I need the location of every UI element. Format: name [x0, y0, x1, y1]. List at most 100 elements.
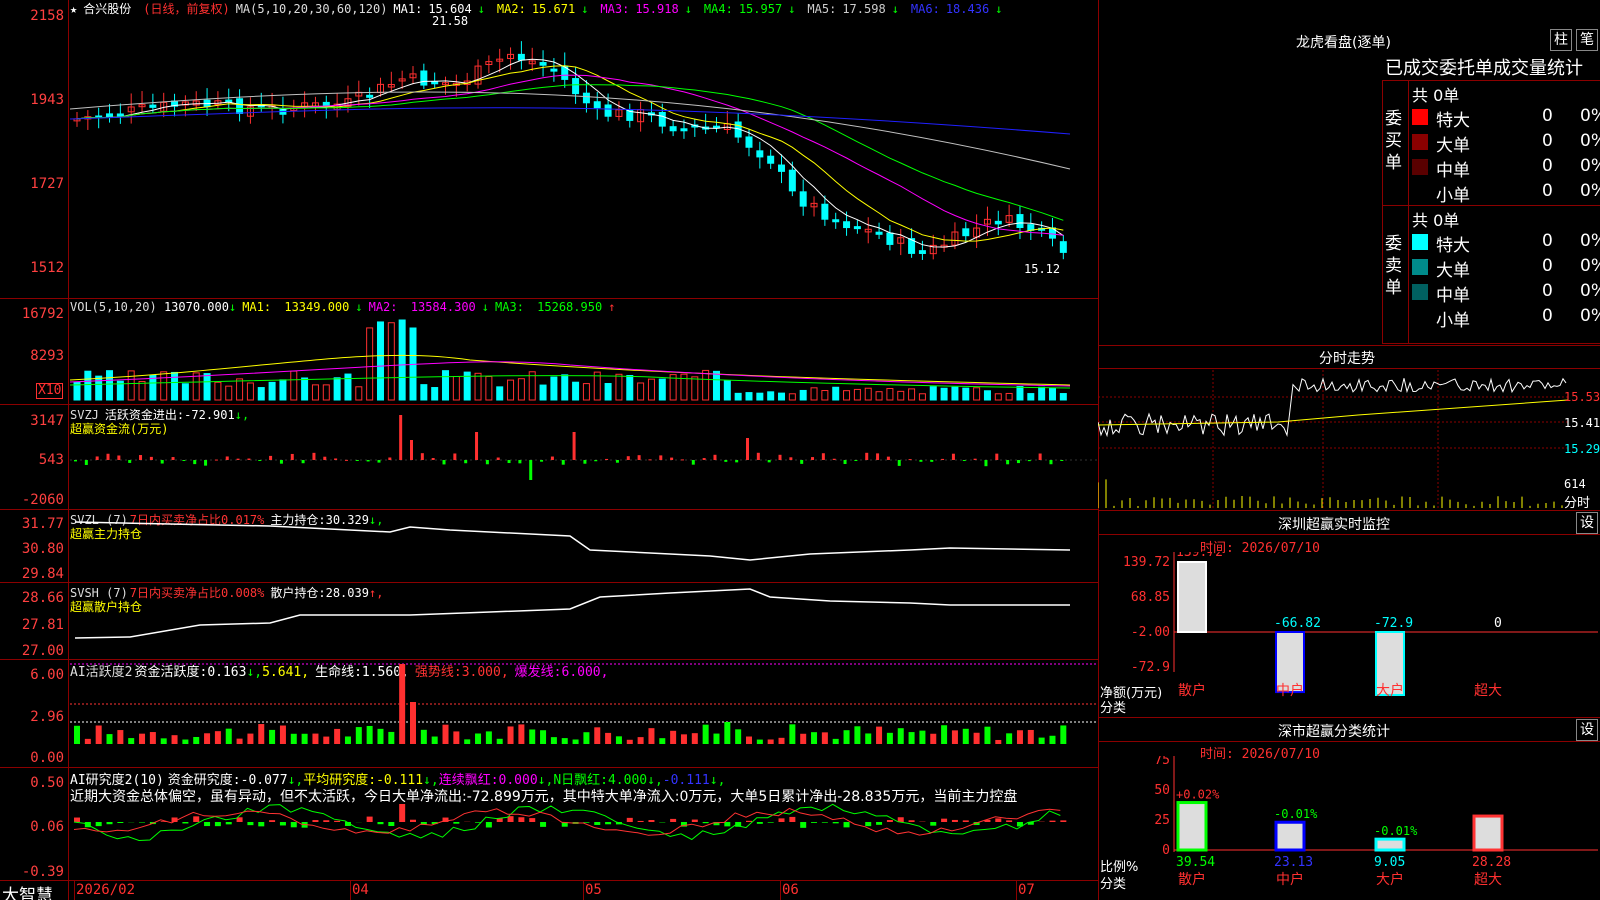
activity-bar — [680, 734, 687, 744]
bar-mode-button[interactable]: 柱 — [1550, 29, 1572, 51]
volume-bar — [799, 389, 807, 401]
activity-bar — [388, 731, 395, 744]
volume-bar — [832, 386, 840, 401]
sz-bar-value: -66.82 — [1274, 616, 1321, 631]
flow-bar — [334, 458, 338, 460]
lhb-cell: 0% — [1580, 131, 1600, 151]
research-bar — [279, 822, 286, 826]
flow-bar — [355, 460, 359, 461]
flow-bar — [453, 453, 457, 460]
research-bar — [117, 822, 124, 823]
activity-bar — [919, 730, 926, 744]
volume-bar — [994, 393, 1002, 401]
szc-bar — [1472, 814, 1504, 852]
avg-price-line — [1098, 399, 1568, 426]
activity-bar — [789, 724, 796, 744]
research-bar — [670, 818, 677, 822]
flow-bar — [214, 459, 218, 461]
tick-mode-button[interactable]: 笔 — [1576, 29, 1598, 51]
flow-bar — [670, 457, 674, 460]
svzj-ytick: 543 — [38, 452, 64, 468]
volume-bar — [940, 387, 948, 401]
activity-bar — [74, 725, 80, 744]
research-bar — [409, 819, 416, 822]
volume-bar — [539, 384, 547, 401]
volume-bar — [550, 376, 558, 401]
activity-bar — [594, 727, 601, 744]
lhb-cell: 小单 — [1436, 186, 1470, 206]
activity-bar — [626, 739, 633, 744]
flow-bar — [377, 460, 381, 463]
sz-category: 超大 — [1474, 683, 1502, 699]
szc-ytick: 75 — [1154, 756, 1170, 768]
research-bar — [312, 820, 319, 822]
activity-bar — [193, 736, 200, 744]
app-logo[interactable]: 大智慧 — [2, 881, 53, 900]
activity-bar — [106, 734, 113, 744]
activity-bar — [735, 729, 742, 744]
sz-ytick: 139.72 — [1123, 555, 1170, 570]
candlestick-chart[interactable] — [70, 14, 1098, 296]
lhb-cell: 0% — [1580, 256, 1600, 276]
research-bar — [74, 817, 80, 822]
ai2-ytick: 0.06 — [30, 819, 64, 835]
research-bar — [258, 822, 265, 827]
research-bar — [648, 820, 655, 822]
flow-bar — [312, 452, 316, 460]
activity-bar — [670, 730, 677, 744]
sz-settings-button[interactable]: 设 — [1576, 512, 1598, 534]
activity-bar — [605, 732, 612, 744]
candle — [420, 70, 428, 86]
volume-bar — [983, 390, 991, 401]
szc-settings-button[interactable]: 设 — [1576, 719, 1598, 741]
flow-bar — [637, 455, 641, 460]
lhb-total: 共 0单 — [1412, 86, 1460, 105]
divider — [0, 404, 1098, 405]
intraday-chart[interactable] — [1098, 370, 1568, 508]
volume-chart — [70, 319, 1071, 401]
activity-bar — [583, 732, 590, 744]
activity-bar — [897, 728, 904, 744]
research-bar — [95, 822, 102, 827]
y-axis-line — [68, 0, 69, 900]
szc-bottom: 39.54 — [1176, 855, 1215, 870]
flow-bar — [1038, 453, 1042, 460]
svsh-ytick: 27.81 — [21, 617, 64, 633]
volume-bar — [246, 382, 254, 401]
volume-bar — [236, 378, 244, 401]
volume-bar — [843, 390, 851, 401]
candle — [843, 221, 851, 229]
szc-category: 大户 — [1376, 871, 1404, 888]
flow-bar — [919, 460, 923, 462]
activity-bar — [236, 738, 243, 744]
activity-bar — [973, 732, 980, 744]
ai2-ytick: 0.50 — [30, 775, 64, 791]
candle — [756, 150, 764, 158]
activity-bar — [334, 728, 341, 744]
volume-bar — [582, 383, 590, 401]
activity-bar — [225, 728, 232, 744]
flow-bar — [182, 460, 186, 461]
activity-bar — [182, 739, 189, 744]
candle — [767, 155, 775, 164]
flow-bar — [366, 460, 370, 462]
flow-bar — [1027, 460, 1031, 462]
volume-bar — [214, 381, 222, 401]
flow-bar — [605, 458, 609, 460]
activity-bar — [767, 739, 774, 744]
flow-bar — [301, 460, 305, 464]
x-tick: 04 — [352, 882, 369, 898]
flow-bar — [279, 460, 283, 464]
volume-bar — [864, 387, 872, 401]
flow-bar — [236, 458, 240, 460]
volume-bar — [1027, 393, 1035, 401]
szc-bar — [1176, 801, 1208, 852]
volume-bar — [279, 379, 287, 401]
volume-bar — [257, 387, 265, 401]
lhb-total: 共 0单 — [1412, 211, 1460, 230]
research-bar — [800, 822, 807, 828]
volume-bar — [647, 378, 655, 401]
candle — [106, 113, 114, 118]
research-bar — [529, 818, 536, 822]
divider — [0, 880, 1098, 881]
